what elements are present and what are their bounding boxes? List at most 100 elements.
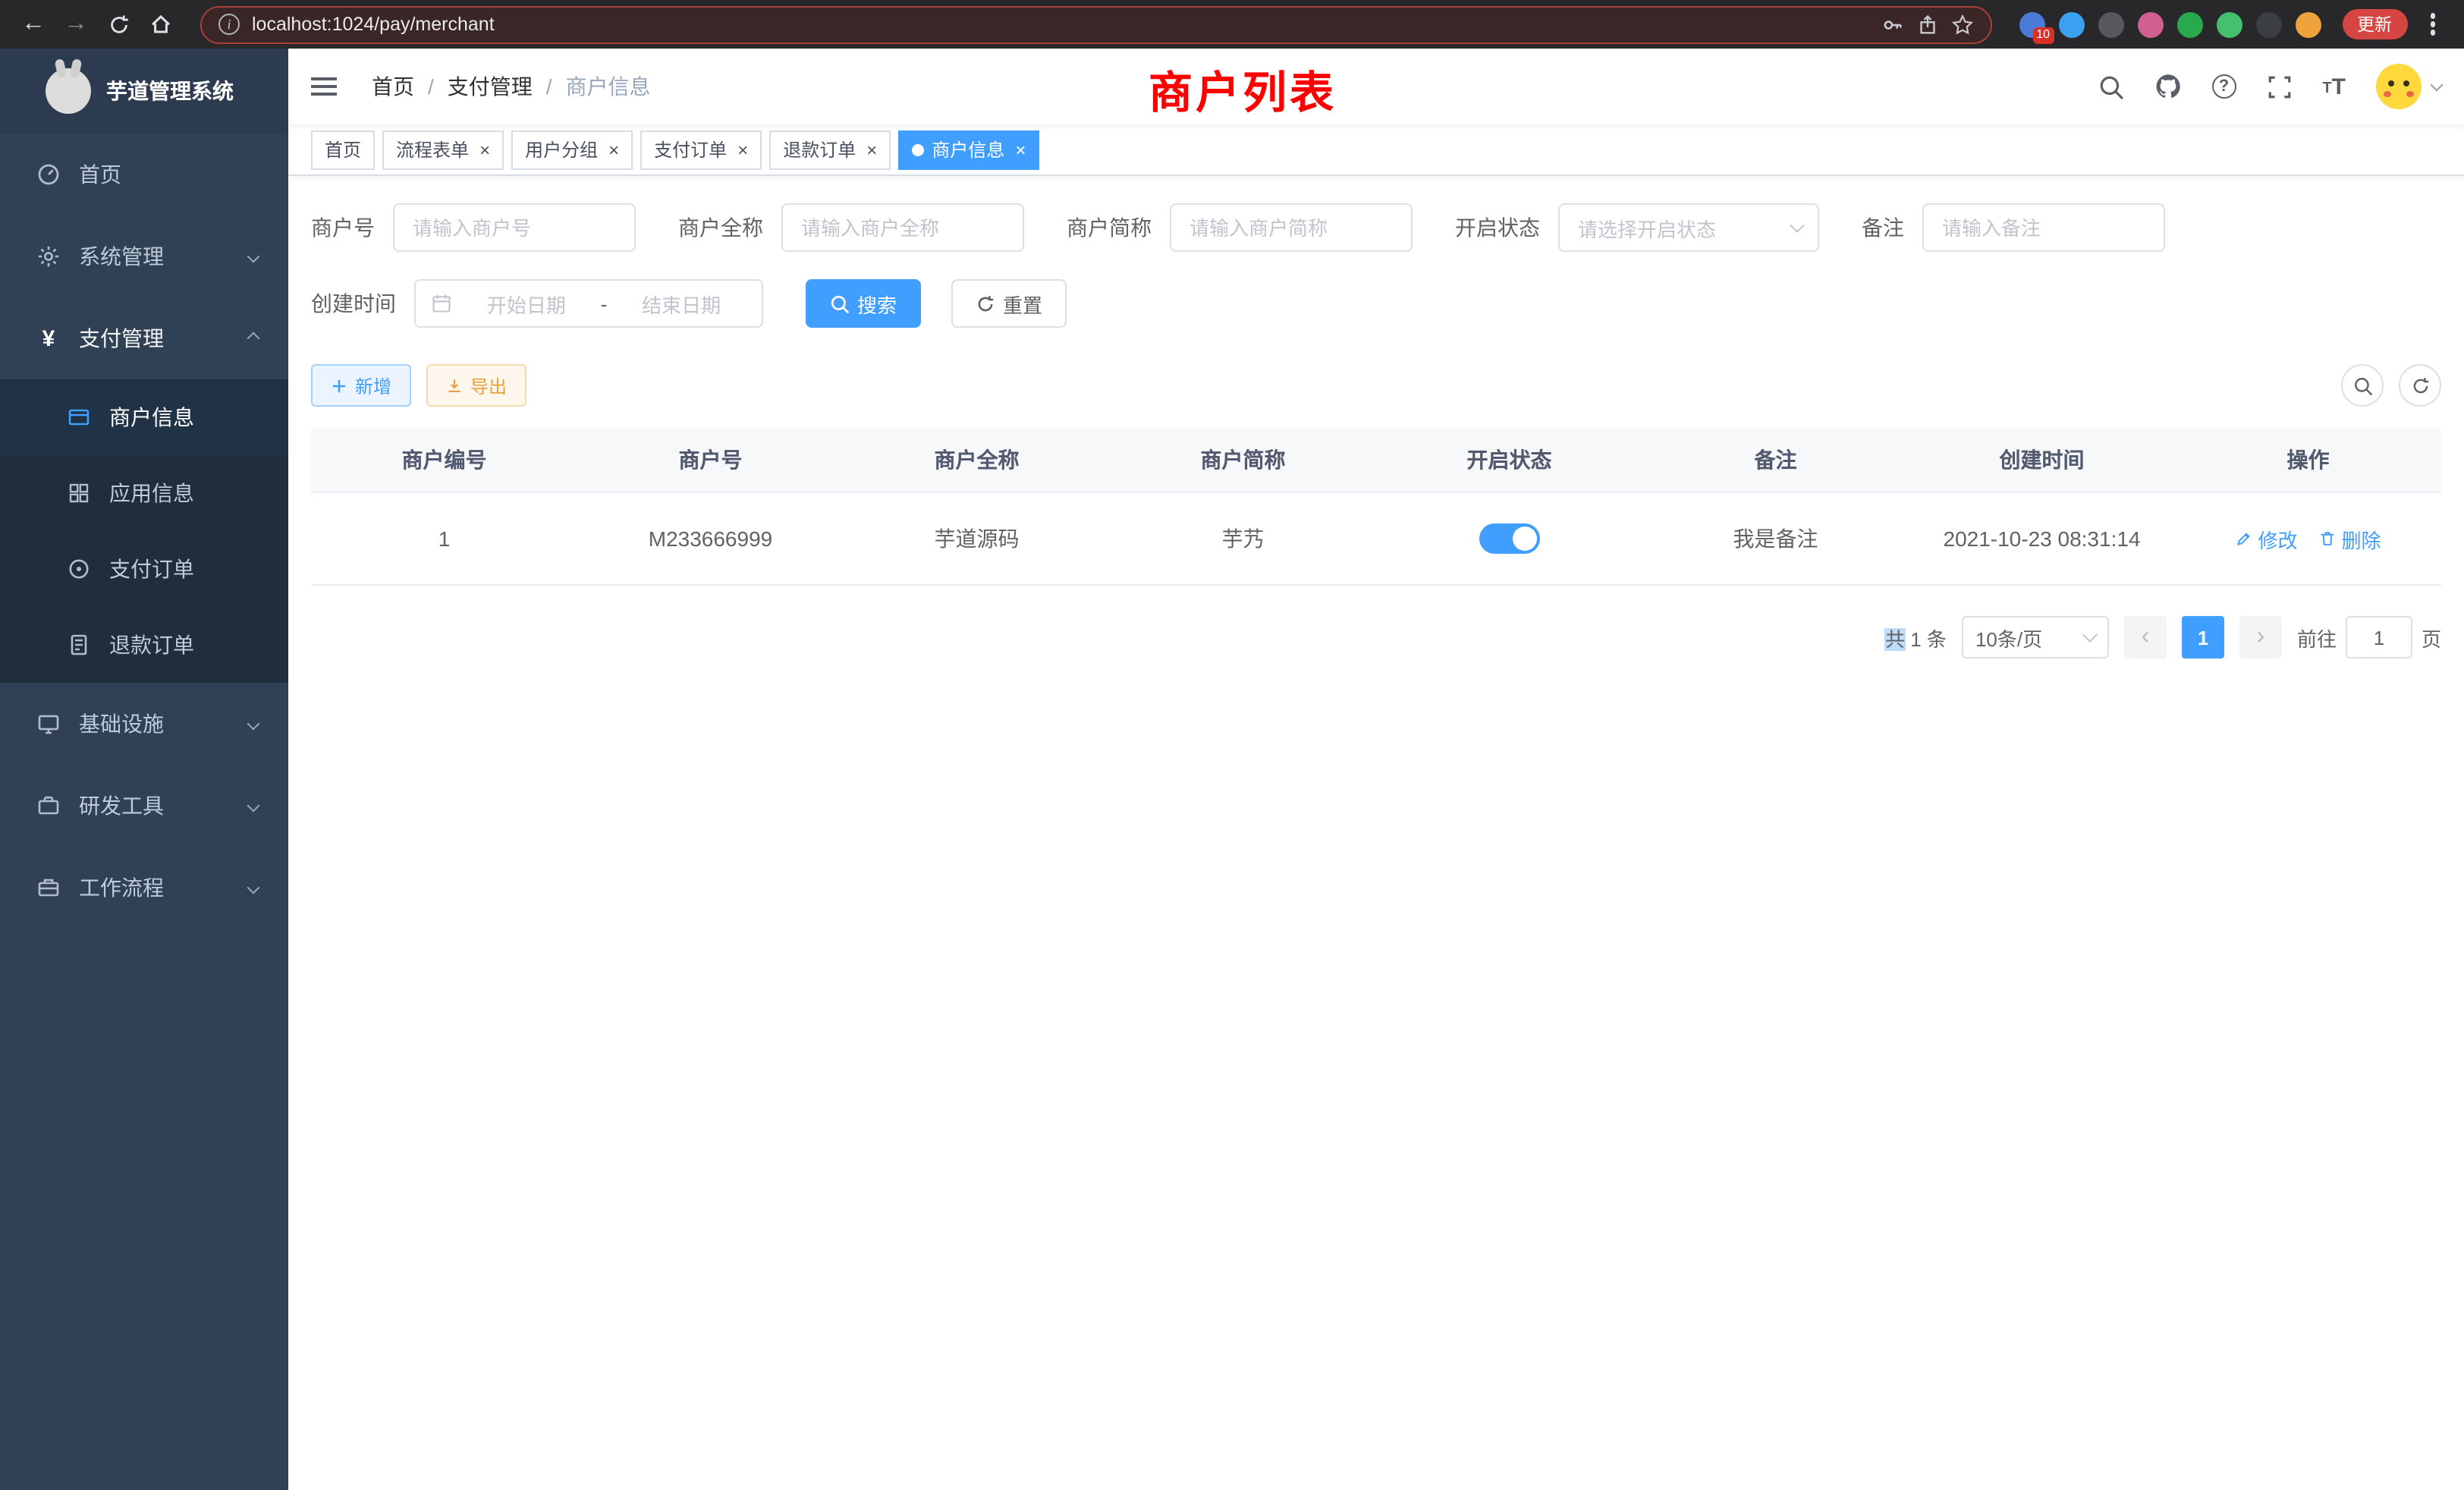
filter-remark: 备注: [1862, 203, 2165, 252]
help-button[interactable]: ?: [2211, 74, 2236, 99]
extension-icon[interactable]: [2216, 11, 2242, 37]
close-icon[interactable]: ×: [866, 140, 877, 159]
search-icon: [2352, 376, 2372, 395]
close-icon[interactable]: ×: [737, 140, 748, 159]
font-size-icon: T: [2332, 75, 2346, 98]
breadcrumb-separator: /: [428, 74, 434, 99]
reset-button[interactable]: 重置: [951, 279, 1067, 328]
browser-menu-icon[interactable]: [2430, 22, 2435, 27]
search-button[interactable]: 搜索: [806, 279, 921, 328]
extension-icon[interactable]: [2255, 11, 2281, 37]
filter-create-time: 创建时间 开始日期 - 结束日期: [311, 279, 763, 328]
tab-pay-order[interactable]: 支付订单 ×: [640, 130, 762, 169]
chevron-down-icon: [247, 800, 260, 813]
status-toggle[interactable]: [1479, 523, 1540, 554]
card-icon: [61, 405, 97, 429]
breadcrumb: 首页 / 支付管理 / 商户信息: [372, 71, 651, 102]
select-placeholder: 请选择开启状态: [1578, 213, 1716, 242]
browser-home-button[interactable]: [143, 6, 179, 42]
chevron-down-icon: [247, 882, 260, 894]
font-size-button[interactable]: TT: [2322, 75, 2346, 98]
question-icon: ?: [2211, 74, 2236, 99]
tab-refund-order[interactable]: 退款订单 ×: [769, 130, 891, 169]
share-icon[interactable]: [1916, 13, 1938, 36]
remark-input[interactable]: [1922, 203, 2165, 252]
app-logo[interactable]: 芋道管理系统: [0, 49, 288, 134]
sidebar-item-system[interactable]: 系统管理: [0, 215, 288, 297]
field-label: 商户简称: [1067, 212, 1152, 243]
header-search-button[interactable]: [2098, 74, 2123, 99]
extension-badge: 10: [2032, 27, 2054, 43]
sidebar-toggle-button[interactable]: [311, 70, 347, 103]
add-button[interactable]: 新增: [311, 364, 411, 407]
extension-icon[interactable]: [2058, 11, 2084, 37]
tags-view-bar: 首页 流程表单 × 用户分组 × 支付订单 × 退款订单 × 商户信息 ×: [288, 124, 2464, 176]
tab-home[interactable]: 首页: [311, 130, 375, 169]
chevron-up-icon: [247, 332, 260, 345]
close-icon[interactable]: ×: [1015, 140, 1026, 159]
create-time-range-picker[interactable]: 开始日期 - 结束日期: [414, 279, 763, 328]
user-avatar: [2376, 64, 2422, 109]
extension-icon[interactable]: [2176, 11, 2202, 37]
browser-back-button[interactable]: ←: [15, 6, 52, 42]
monitor-icon: [30, 712, 67, 736]
breadcrumb-payment[interactable]: 支付管理: [448, 71, 533, 102]
sidebar-item-payment[interactable]: ¥ 支付管理: [0, 297, 288, 379]
delete-link[interactable]: 删除: [2319, 524, 2381, 553]
status-select[interactable]: 请选择开启状态: [1558, 203, 1819, 252]
page-size-select[interactable]: 10条/页: [1962, 616, 2109, 659]
tab-process-form[interactable]: 流程表单 ×: [382, 130, 504, 169]
url-text: localhost:1024/pay/merchant: [252, 14, 495, 35]
sidebar-item-home[interactable]: 首页: [0, 134, 288, 215]
filter-merchant-short-name: 商户简称: [1067, 203, 1413, 252]
sidebar-item-label: 基础设施: [79, 709, 164, 739]
merchant-no-input[interactable]: [393, 203, 636, 252]
extension-icon[interactable]: 10: [2019, 11, 2044, 37]
sidebar-item-workflow[interactable]: 工作流程: [0, 847, 288, 929]
browser-forward-button[interactable]: →: [58, 6, 94, 42]
edit-link[interactable]: 修改: [2235, 524, 2297, 553]
merchant-short-name-input[interactable]: [1170, 203, 1413, 252]
goto-page-input[interactable]: [2346, 616, 2412, 659]
next-page-button[interactable]: ›: [2239, 616, 2282, 659]
prev-page-button[interactable]: ‹: [2124, 616, 2167, 659]
password-key-icon[interactable]: [1881, 13, 1903, 36]
breadcrumb-home[interactable]: 首页: [372, 71, 414, 102]
page-info-icon[interactable]: i: [218, 14, 240, 35]
download-icon: [446, 377, 463, 394]
user-menu[interactable]: [2376, 64, 2441, 109]
page-number-button[interactable]: 1: [2182, 616, 2224, 659]
extension-icon[interactable]: [2098, 11, 2123, 37]
fullscreen-button[interactable]: [2266, 74, 2292, 99]
close-icon[interactable]: ×: [608, 140, 619, 159]
bookmark-star-icon[interactable]: [1950, 13, 1973, 36]
trash-icon: [2319, 530, 2337, 548]
profile-avatar-icon[interactable]: [2295, 11, 2321, 37]
sidebar-item-dev-tools[interactable]: 研发工具: [0, 765, 288, 847]
export-button[interactable]: 导出: [426, 364, 526, 407]
extension-icon[interactable]: [2137, 11, 2163, 37]
address-bar[interactable]: i localhost:1024/pay/merchant: [200, 5, 1991, 43]
merchant-table: 商户编号 商户号 商户全称 商户简称 开启状态 备注 创建时间 操作 1 M23…: [311, 428, 2441, 586]
github-button[interactable]: [2154, 73, 2181, 100]
refresh-table-button[interactable]: [2399, 364, 2441, 407]
tab-label: 退款订单: [783, 137, 856, 162]
filter-status: 开启状态 请选择开启状态: [1455, 203, 1819, 252]
tab-label: 流程表单: [396, 137, 469, 162]
close-icon[interactable]: ×: [479, 140, 490, 159]
sidebar-item-refund-order[interactable]: 退款订单: [0, 607, 288, 683]
merchant-name-input[interactable]: [781, 203, 1024, 252]
tab-user-group[interactable]: 用户分组 ×: [511, 130, 633, 169]
browser-reload-button[interactable]: [100, 6, 137, 42]
tab-merchant-info[interactable]: 商户信息 ×: [898, 130, 1039, 169]
sidebar-item-merchant-info[interactable]: 商户信息: [0, 379, 288, 455]
add-button-label: 新增: [355, 372, 391, 398]
search-icon: [2098, 74, 2123, 99]
sidebar-item-pay-order[interactable]: 支付订单: [0, 531, 288, 607]
toggle-search-button[interactable]: [2341, 364, 2384, 407]
toolbox-icon: [30, 794, 67, 818]
chrome-update-button[interactable]: 更新: [2342, 9, 2407, 39]
sidebar-item-infrastructure[interactable]: 基础设施: [0, 683, 288, 765]
fullscreen-icon: [2266, 74, 2292, 99]
sidebar-item-app-info[interactable]: 应用信息: [0, 455, 288, 531]
